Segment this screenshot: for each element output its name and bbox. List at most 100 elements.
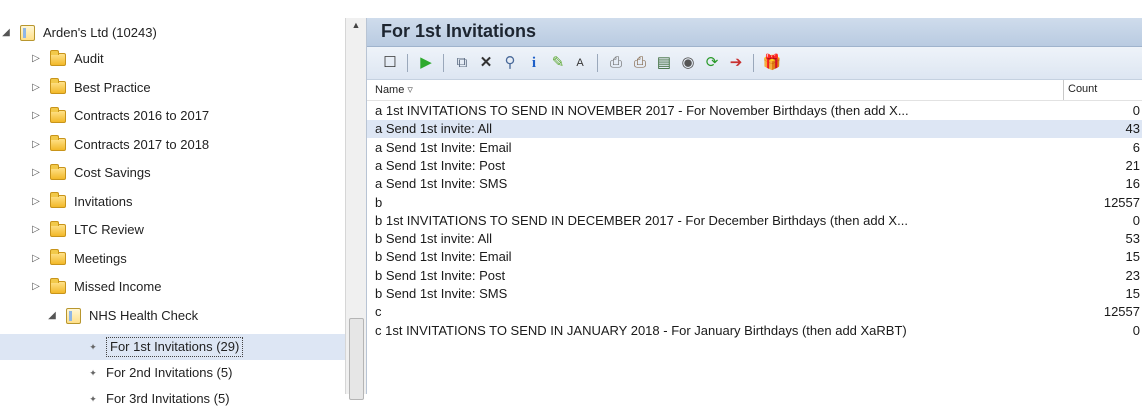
expand-arrow-icon[interactable]: ▷ (30, 217, 42, 243)
table-row[interactable]: c 1st INVITATIONS TO SEND IN JANUARY 201… (367, 322, 1142, 340)
expand-arrow-icon[interactable]: ▷ (30, 75, 42, 101)
expand-arrow-icon[interactable]: ▷ (30, 246, 42, 272)
tree-node-query[interactable]: ✦ For 1st Invitations (29) (0, 334, 346, 360)
column-divider[interactable] (1063, 80, 1064, 100)
cell-name: a Send 1st Invite: Post (375, 157, 506, 173)
expand-arrow-icon[interactable]: ▷ (30, 132, 42, 158)
cell-name: b 1st INVITATIONS TO SEND IN DECEMBER 20… (375, 212, 908, 228)
table-row[interactable]: c 12557 (367, 303, 1142, 321)
tree-node-label: Cost Savings (74, 165, 151, 180)
table-row[interactable]: b Send 1st Invite: Email 15 (367, 248, 1142, 266)
table-row[interactable]: a Send 1st Invite: SMS 16 (367, 175, 1142, 193)
cell-name: a Send 1st invite: All (375, 121, 493, 137)
cell-name: a Send 1st Invite: SMS (375, 176, 508, 192)
folder-icon (50, 277, 66, 294)
tree-node-label: Best Practice (74, 79, 151, 95)
tree-node-label: Contracts 2017 to 2018 (74, 136, 210, 152)
forward-icon[interactable]: ➔ (725, 52, 747, 74)
expand-arrow-icon[interactable]: ▷ (30, 103, 42, 129)
cell-count: 43 (1125, 121, 1140, 137)
toolbar-separator (407, 54, 408, 72)
tree-node-folder[interactable]: ▷ Best Practice (30, 75, 151, 101)
info-icon[interactable]: i (523, 52, 545, 74)
tree-node-label: Contracts 2016 to 2017 (74, 108, 210, 123)
folder-icon (50, 220, 66, 237)
cell-count: 21 (1125, 157, 1140, 173)
table-row[interactable]: b 1st INVITATIONS TO SEND IN DECEMBER 20… (367, 212, 1142, 230)
collapse-arrow-icon[interactable]: ◢ (46, 303, 58, 329)
folder-icon (50, 163, 66, 180)
open-folder-icon (20, 25, 35, 41)
folder-icon (50, 78, 66, 94)
print-icon[interactable]: ⎙ (605, 52, 627, 74)
tree-node-folder[interactable]: ▷ Audit (30, 46, 104, 72)
open-folder-icon (66, 308, 81, 324)
cell-name: b Send 1st Invite: SMS (375, 286, 508, 301)
expand-arrow-icon[interactable]: ▷ (30, 160, 42, 186)
tree-node-label: Arden's Ltd (10243) (43, 25, 157, 40)
table-row[interactable]: b 12557 (367, 194, 1142, 212)
tree-node-label: Missed Income (74, 279, 162, 294)
column-header-count[interactable]: Count (1068, 83, 1097, 95)
table-row[interactable]: b Send 1st invite: All 53 (367, 230, 1142, 248)
report-panel: For 1st Invitations ☐ ▶ ⧉ ✕ ⚲ i ✎ A ⎙ ⎙ … (367, 0, 1142, 394)
tree-node-folder[interactable]: ▷ Invitations (30, 189, 133, 215)
collapse-arrow-icon[interactable]: ◢ (0, 20, 12, 46)
tree-node-label: Meetings (74, 250, 127, 266)
column-header-name[interactable]: Name ▿ (375, 83, 413, 96)
cell-count: 16 (1125, 176, 1140, 192)
tree-node-folder[interactable]: ▷ Contracts 2017 to 2018 (30, 132, 209, 158)
filter-icon[interactable]: ▿ (407, 84, 413, 96)
cell-count: 0 (1132, 212, 1140, 228)
tree-node-folder[interactable]: ▷ Missed Income (30, 274, 161, 300)
expand-arrow-icon[interactable]: ▷ (30, 189, 42, 215)
table-row[interactable]: a 1st INVITATIONS TO SEND IN NOVEMBER 20… (367, 102, 1142, 120)
scroll-up-icon[interactable]: ▲ (346, 20, 366, 30)
search-icon[interactable]: ⚲ (499, 52, 521, 74)
expand-arrow-icon[interactable]: ▷ (30, 46, 42, 72)
tree-node-folder[interactable]: ▷ Cost Savings (30, 160, 151, 186)
table-row[interactable]: b Send 1st Invite: Post 23 (367, 267, 1142, 285)
tree-scrollbar[interactable]: ▲ (345, 18, 366, 400)
cell-name: c (375, 304, 382, 320)
toolbar-separator (753, 54, 754, 72)
scrollbar-thumb[interactable] (349, 318, 364, 400)
bullet-icon: ✦ (89, 394, 97, 404)
run-icon[interactable]: ▶ (415, 52, 437, 74)
tree-node-query[interactable]: ✦ For 2nd Invitations (5) (0, 360, 346, 386)
select-all-icon[interactable]: ☐ (379, 52, 401, 74)
navigation-tree[interactable]: ◢ Arden's Ltd (10243) ▷ Audit ▷ Best Practi… (0, 18, 367, 406)
record-icon[interactable]: ◉ (677, 52, 699, 74)
export-icon[interactable]: ▤ (653, 52, 675, 74)
gift-icon[interactable]: 🎁 (761, 52, 783, 74)
cell-count: 23 (1125, 267, 1140, 283)
tree-node-nhs-health-check[interactable]: ◢ NHS Health Check (46, 303, 198, 329)
tree-node-root[interactable]: ◢ Arden's Ltd (10243) (0, 20, 157, 46)
cell-name: a 1st INVITATIONS TO SEND IN NOVEMBER 20… (375, 103, 909, 118)
tree-node-label: LTC Review (74, 222, 144, 237)
table-row[interactable]: a Send 1st invite: All 43 (367, 120, 1142, 139)
table-row[interactable]: a Send 1st Invite: Post 21 (367, 157, 1142, 175)
expand-arrow-icon[interactable]: ▷ (30, 274, 42, 300)
refresh-icon[interactable]: ⟳ (701, 52, 723, 74)
font-icon[interactable]: A (569, 52, 591, 74)
tree-node-folder[interactable]: ▷ LTC Review (30, 217, 144, 243)
cell-count: 53 (1125, 231, 1140, 247)
bullet-icon: ✦ (89, 368, 97, 378)
column-header: Name ▿ Count (367, 80, 1142, 101)
tree-node-query[interactable]: ✦ For 3rd Invitations (5) (0, 386, 346, 412)
tree-node-folder[interactable]: ▷ Meetings (30, 246, 127, 272)
table-row[interactable]: b Send 1st Invite: SMS 15 (367, 285, 1142, 303)
tree-node-label: Invitations (74, 193, 133, 209)
tree-node-folder[interactable]: ▷ Contracts 2016 to 2017 (30, 103, 209, 129)
table-row[interactable]: a Send 1st Invite: Email 6 (367, 139, 1142, 157)
edit-icon[interactable]: ✎ (547, 52, 569, 74)
copy-icon[interactable]: ⧉ (451, 52, 473, 74)
cell-count: 0 (1132, 103, 1140, 118)
cell-count: 15 (1125, 249, 1140, 265)
cell-count: 12557 (1103, 304, 1140, 320)
print-preview-icon[interactable]: ⎙ (629, 52, 651, 74)
delete-icon[interactable]: ✕ (475, 52, 497, 74)
cell-count: 0 (1132, 322, 1140, 338)
tree-node-label: For 1st Invitations (29) (106, 337, 244, 357)
